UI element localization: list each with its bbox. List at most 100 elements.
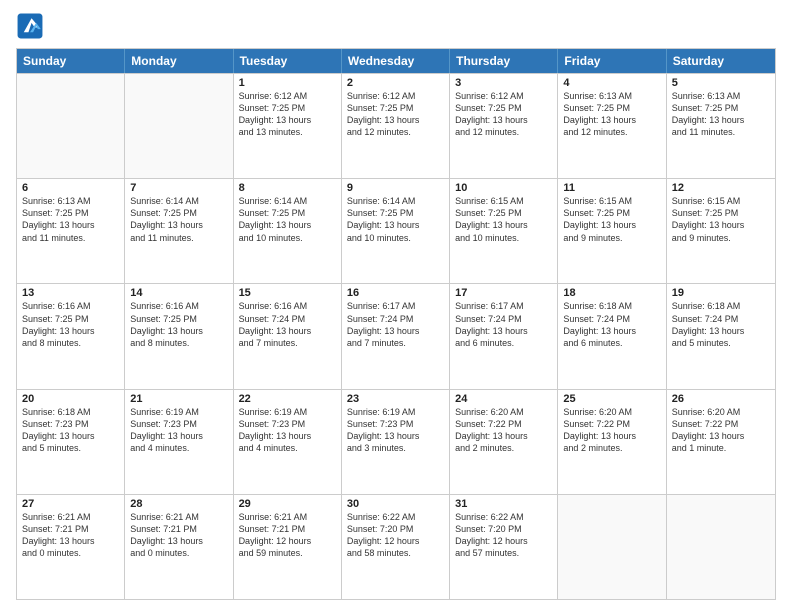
day-number: 13	[22, 287, 119, 299]
calendar-cell: 21Sunrise: 6:19 AM Sunset: 7:23 PM Dayli…	[125, 390, 233, 494]
cell-info: Sunrise: 6:22 AM Sunset: 7:20 PM Dayligh…	[455, 511, 552, 560]
cell-info: Sunrise: 6:12 AM Sunset: 7:25 PM Dayligh…	[347, 90, 444, 139]
day-number: 5	[672, 77, 770, 89]
day-number: 30	[347, 498, 444, 510]
cell-info: Sunrise: 6:17 AM Sunset: 7:24 PM Dayligh…	[455, 300, 552, 349]
cell-info: Sunrise: 6:18 AM Sunset: 7:24 PM Dayligh…	[563, 300, 660, 349]
day-number: 26	[672, 393, 770, 405]
cell-info: Sunrise: 6:18 AM Sunset: 7:24 PM Dayligh…	[672, 300, 770, 349]
calendar-cell	[558, 495, 666, 599]
day-number: 2	[347, 77, 444, 89]
calendar-cell: 18Sunrise: 6:18 AM Sunset: 7:24 PM Dayli…	[558, 284, 666, 388]
calendar-cell: 22Sunrise: 6:19 AM Sunset: 7:23 PM Dayli…	[234, 390, 342, 494]
cell-info: Sunrise: 6:22 AM Sunset: 7:20 PM Dayligh…	[347, 511, 444, 560]
weekday-header-wednesday: Wednesday	[342, 49, 450, 73]
calendar-cell: 10Sunrise: 6:15 AM Sunset: 7:25 PM Dayli…	[450, 179, 558, 283]
day-number: 11	[563, 182, 660, 194]
calendar-cell: 9Sunrise: 6:14 AM Sunset: 7:25 PM Daylig…	[342, 179, 450, 283]
calendar-row-4: 20Sunrise: 6:18 AM Sunset: 7:23 PM Dayli…	[17, 389, 775, 494]
calendar-cell: 26Sunrise: 6:20 AM Sunset: 7:22 PM Dayli…	[667, 390, 775, 494]
cell-info: Sunrise: 6:16 AM Sunset: 7:25 PM Dayligh…	[22, 300, 119, 349]
calendar-cell: 1Sunrise: 6:12 AM Sunset: 7:25 PM Daylig…	[234, 74, 342, 178]
calendar-cell	[125, 74, 233, 178]
cell-info: Sunrise: 6:19 AM Sunset: 7:23 PM Dayligh…	[130, 406, 227, 455]
cell-info: Sunrise: 6:21 AM Sunset: 7:21 PM Dayligh…	[22, 511, 119, 560]
cell-info: Sunrise: 6:15 AM Sunset: 7:25 PM Dayligh…	[672, 195, 770, 244]
day-number: 28	[130, 498, 227, 510]
cell-info: Sunrise: 6:17 AM Sunset: 7:24 PM Dayligh…	[347, 300, 444, 349]
weekday-header-tuesday: Tuesday	[234, 49, 342, 73]
day-number: 17	[455, 287, 552, 299]
calendar-row-3: 13Sunrise: 6:16 AM Sunset: 7:25 PM Dayli…	[17, 283, 775, 388]
day-number: 8	[239, 182, 336, 194]
calendar-cell: 12Sunrise: 6:15 AM Sunset: 7:25 PM Dayli…	[667, 179, 775, 283]
calendar-cell: 23Sunrise: 6:19 AM Sunset: 7:23 PM Dayli…	[342, 390, 450, 494]
calendar-cell: 31Sunrise: 6:22 AM Sunset: 7:20 PM Dayli…	[450, 495, 558, 599]
cell-info: Sunrise: 6:12 AM Sunset: 7:25 PM Dayligh…	[239, 90, 336, 139]
day-number: 3	[455, 77, 552, 89]
day-number: 1	[239, 77, 336, 89]
day-number: 24	[455, 393, 552, 405]
cell-info: Sunrise: 6:13 AM Sunset: 7:25 PM Dayligh…	[22, 195, 119, 244]
cell-info: Sunrise: 6:14 AM Sunset: 7:25 PM Dayligh…	[347, 195, 444, 244]
calendar-cell: 24Sunrise: 6:20 AM Sunset: 7:22 PM Dayli…	[450, 390, 558, 494]
day-number: 19	[672, 287, 770, 299]
cell-info: Sunrise: 6:14 AM Sunset: 7:25 PM Dayligh…	[239, 195, 336, 244]
weekday-header-monday: Monday	[125, 49, 233, 73]
calendar-cell: 11Sunrise: 6:15 AM Sunset: 7:25 PM Dayli…	[558, 179, 666, 283]
calendar-cell: 17Sunrise: 6:17 AM Sunset: 7:24 PM Dayli…	[450, 284, 558, 388]
day-number: 12	[672, 182, 770, 194]
calendar: SundayMondayTuesdayWednesdayThursdayFrid…	[16, 48, 776, 600]
calendar-cell: 20Sunrise: 6:18 AM Sunset: 7:23 PM Dayli…	[17, 390, 125, 494]
weekday-header-saturday: Saturday	[667, 49, 775, 73]
day-number: 15	[239, 287, 336, 299]
calendar-cell: 6Sunrise: 6:13 AM Sunset: 7:25 PM Daylig…	[17, 179, 125, 283]
cell-info: Sunrise: 6:14 AM Sunset: 7:25 PM Dayligh…	[130, 195, 227, 244]
calendar-cell: 16Sunrise: 6:17 AM Sunset: 7:24 PM Dayli…	[342, 284, 450, 388]
calendar-cell: 14Sunrise: 6:16 AM Sunset: 7:25 PM Dayli…	[125, 284, 233, 388]
day-number: 29	[239, 498, 336, 510]
cell-info: Sunrise: 6:20 AM Sunset: 7:22 PM Dayligh…	[672, 406, 770, 455]
calendar-header: SundayMondayTuesdayWednesdayThursdayFrid…	[17, 49, 775, 73]
day-number: 23	[347, 393, 444, 405]
calendar-cell	[17, 74, 125, 178]
cell-info: Sunrise: 6:15 AM Sunset: 7:25 PM Dayligh…	[455, 195, 552, 244]
day-number: 16	[347, 287, 444, 299]
logo	[16, 12, 48, 40]
cell-info: Sunrise: 6:21 AM Sunset: 7:21 PM Dayligh…	[130, 511, 227, 560]
calendar-cell: 4Sunrise: 6:13 AM Sunset: 7:25 PM Daylig…	[558, 74, 666, 178]
day-number: 21	[130, 393, 227, 405]
weekday-header-thursday: Thursday	[450, 49, 558, 73]
calendar-cell: 5Sunrise: 6:13 AM Sunset: 7:25 PM Daylig…	[667, 74, 775, 178]
cell-info: Sunrise: 6:16 AM Sunset: 7:25 PM Dayligh…	[130, 300, 227, 349]
weekday-header-friday: Friday	[558, 49, 666, 73]
day-number: 7	[130, 182, 227, 194]
calendar-cell: 27Sunrise: 6:21 AM Sunset: 7:21 PM Dayli…	[17, 495, 125, 599]
calendar-row-5: 27Sunrise: 6:21 AM Sunset: 7:21 PM Dayli…	[17, 494, 775, 599]
cell-info: Sunrise: 6:21 AM Sunset: 7:21 PM Dayligh…	[239, 511, 336, 560]
page: SundayMondayTuesdayWednesdayThursdayFrid…	[0, 0, 792, 612]
calendar-cell: 30Sunrise: 6:22 AM Sunset: 7:20 PM Dayli…	[342, 495, 450, 599]
weekday-header-sunday: Sunday	[17, 49, 125, 73]
cell-info: Sunrise: 6:12 AM Sunset: 7:25 PM Dayligh…	[455, 90, 552, 139]
day-number: 31	[455, 498, 552, 510]
calendar-cell: 29Sunrise: 6:21 AM Sunset: 7:21 PM Dayli…	[234, 495, 342, 599]
calendar-cell: 15Sunrise: 6:16 AM Sunset: 7:24 PM Dayli…	[234, 284, 342, 388]
calendar-row-2: 6Sunrise: 6:13 AM Sunset: 7:25 PM Daylig…	[17, 178, 775, 283]
logo-icon	[16, 12, 44, 40]
calendar-body: 1Sunrise: 6:12 AM Sunset: 7:25 PM Daylig…	[17, 73, 775, 599]
cell-info: Sunrise: 6:15 AM Sunset: 7:25 PM Dayligh…	[563, 195, 660, 244]
cell-info: Sunrise: 6:20 AM Sunset: 7:22 PM Dayligh…	[563, 406, 660, 455]
cell-info: Sunrise: 6:19 AM Sunset: 7:23 PM Dayligh…	[347, 406, 444, 455]
day-number: 27	[22, 498, 119, 510]
calendar-cell: 8Sunrise: 6:14 AM Sunset: 7:25 PM Daylig…	[234, 179, 342, 283]
calendar-row-1: 1Sunrise: 6:12 AM Sunset: 7:25 PM Daylig…	[17, 73, 775, 178]
header	[16, 12, 776, 40]
cell-info: Sunrise: 6:13 AM Sunset: 7:25 PM Dayligh…	[672, 90, 770, 139]
day-number: 6	[22, 182, 119, 194]
day-number: 14	[130, 287, 227, 299]
cell-info: Sunrise: 6:13 AM Sunset: 7:25 PM Dayligh…	[563, 90, 660, 139]
day-number: 10	[455, 182, 552, 194]
day-number: 18	[563, 287, 660, 299]
calendar-cell: 3Sunrise: 6:12 AM Sunset: 7:25 PM Daylig…	[450, 74, 558, 178]
